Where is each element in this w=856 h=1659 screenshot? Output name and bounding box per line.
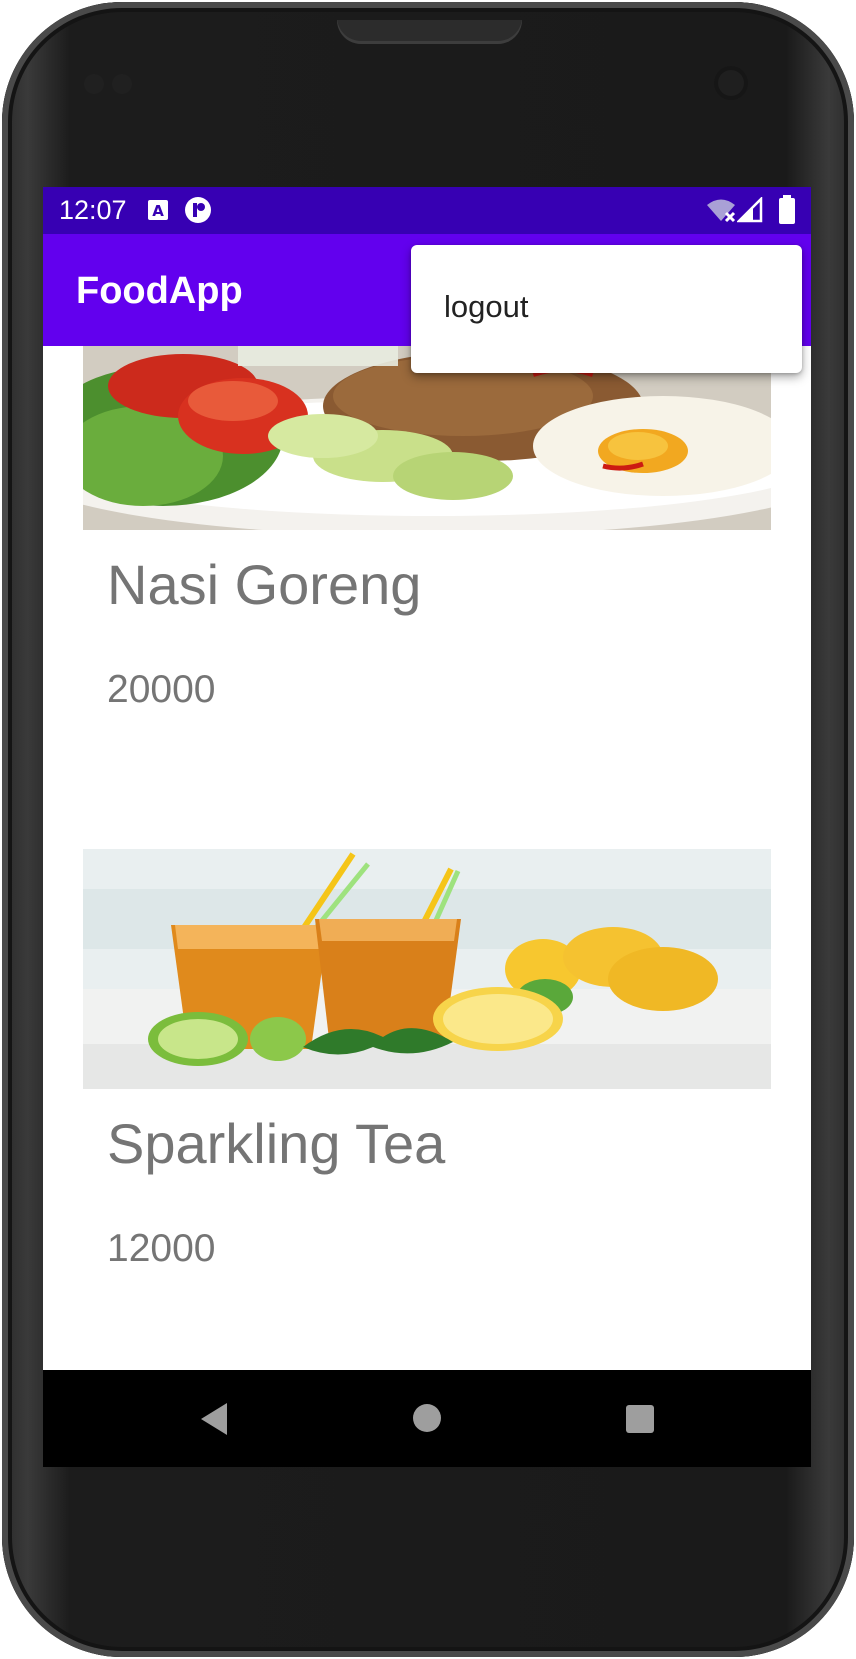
home-icon bbox=[413, 1404, 441, 1432]
recents-button[interactable] bbox=[579, 1370, 699, 1467]
back-icon bbox=[201, 1403, 227, 1435]
food-card[interactable]: Nasi Goreng 20000 bbox=[43, 346, 811, 841]
navigation-bar bbox=[43, 1370, 811, 1467]
status-time: 12:07 bbox=[59, 195, 127, 225]
signal-icon bbox=[735, 195, 763, 228]
food-price: 20000 bbox=[107, 668, 216, 711]
food-list[interactable]: Nasi Goreng 20000 Sparkling Tea 12000 bbox=[43, 346, 811, 1367]
status-bar: 12:07 A bbox=[43, 187, 811, 234]
home-button[interactable] bbox=[367, 1370, 487, 1467]
recents-icon bbox=[626, 1405, 654, 1433]
app-title: FoodApp bbox=[76, 270, 243, 312]
light-sensor bbox=[112, 74, 132, 94]
menu-item-logout[interactable]: logout bbox=[411, 245, 802, 373]
food-price: 12000 bbox=[107, 1227, 216, 1270]
iced-tea-photo bbox=[83, 849, 771, 1089]
food-name: Nasi Goreng bbox=[107, 553, 422, 616]
circle-app-icon bbox=[184, 196, 212, 229]
menu-item-label: logout bbox=[444, 289, 529, 324]
earpiece-speaker bbox=[337, 20, 522, 44]
back-button[interactable] bbox=[153, 1370, 273, 1467]
food-name: Sparkling Tea bbox=[107, 1112, 446, 1175]
a-badge-icon: A bbox=[147, 199, 169, 226]
front-camera bbox=[714, 66, 748, 100]
battery-icon bbox=[778, 195, 796, 230]
food-card[interactable]: Sparkling Tea 12000 bbox=[43, 849, 811, 1329]
proximity-sensor bbox=[84, 74, 104, 94]
svg-text:A: A bbox=[152, 202, 164, 220]
nasi-goreng-photo bbox=[83, 346, 771, 530]
overflow-menu: logout bbox=[411, 245, 802, 373]
wifi-off-icon bbox=[706, 197, 736, 228]
device-screen: 12:07 A FoodApp Nasi Goreng 20000 Sparkl… bbox=[43, 187, 811, 1467]
